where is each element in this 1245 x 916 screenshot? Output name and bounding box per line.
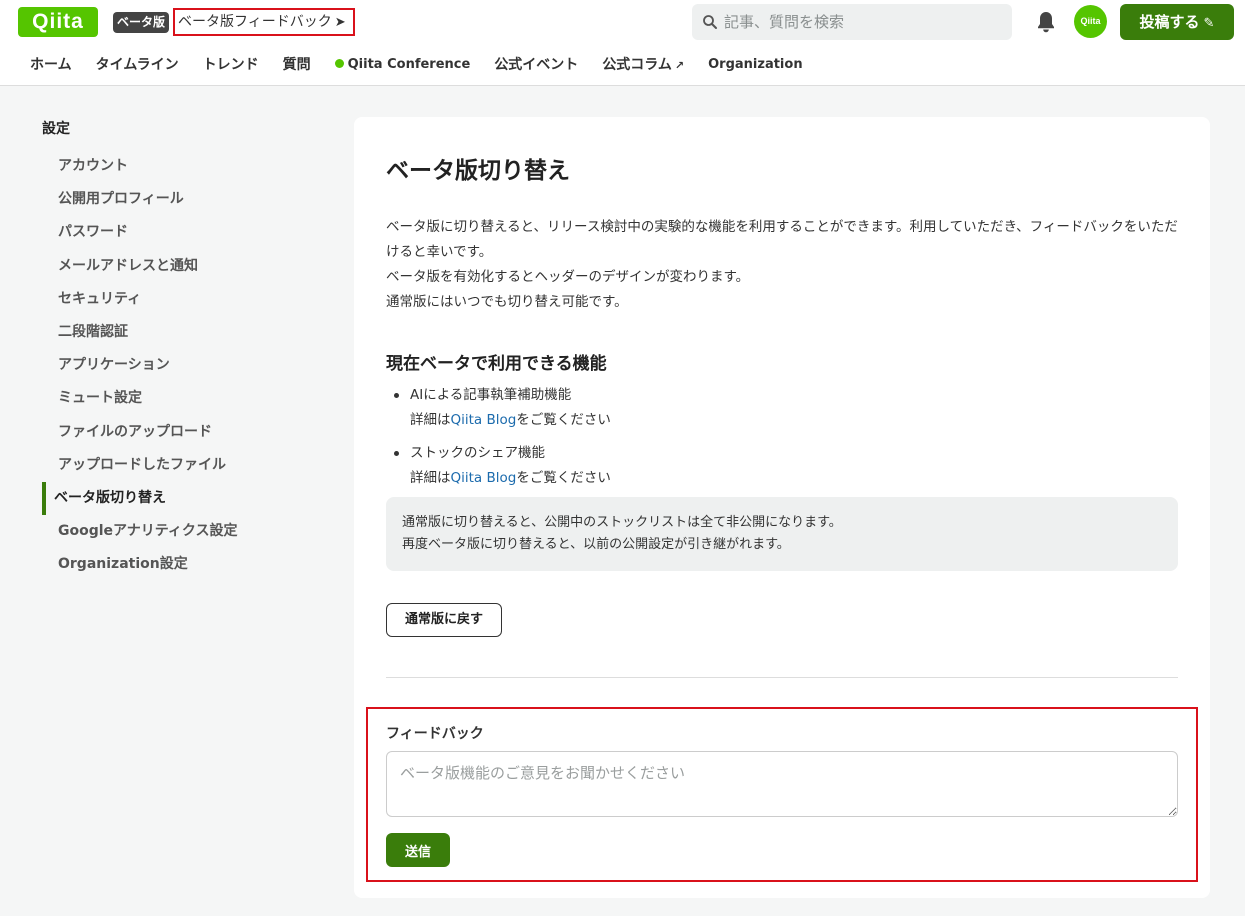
sidebar-item-two-factor[interactable]: 二段階認証	[42, 316, 332, 349]
feature-detail: 詳細はQiita Blogをご覧ください	[410, 408, 1174, 433]
header: Qiita ベータ版 ベータ版フィードバック➤ Qiita 投稿する✎ ホーム …	[0, 0, 1245, 86]
sidebar-item-organization[interactable]: Organization設定	[42, 548, 332, 581]
features-title: 現在ベータで利用できる機能	[386, 354, 607, 374]
notice-line-2: 再度ベータ版に切り替えると、以前の公開設定が引き継がれます。	[402, 537, 790, 552]
divider	[386, 677, 1178, 678]
page-title: ベータ版切り替え	[386, 158, 570, 184]
description-line-3: 通常版にはいつでも切り替え可能です。	[386, 294, 628, 310]
sidebar-title: 設定	[42, 121, 70, 137]
qiita-blog-link[interactable]: Qiita Blog	[451, 412, 517, 428]
sidebar-item-applications[interactable]: アプリケーション	[42, 349, 332, 382]
nav-item-home[interactable]: ホーム	[18, 52, 84, 80]
nav-item-column-label: 公式コラム	[602, 57, 672, 73]
beta-feedback-link[interactable]: ベータ版フィードバック ➤	[173, 8, 355, 36]
sidebar-item-password[interactable]: パスワード	[42, 216, 332, 249]
nav-item-organization[interactable]: Organization	[696, 52, 814, 80]
conference-dot-icon	[334, 59, 344, 68]
avatar[interactable]: Qiita	[1074, 5, 1107, 38]
sidebar-item-file-upload[interactable]: ファイルのアップロード	[42, 416, 332, 449]
sidebar-item-mute[interactable]: ミュート設定	[42, 382, 332, 415]
bell-icon[interactable]	[1035, 9, 1057, 35]
nav-item-questions[interactable]: 質問	[271, 52, 323, 80]
search-input[interactable]	[724, 4, 1004, 40]
feature-name: AIによる記事執筆補助機能	[410, 387, 572, 403]
search-box[interactable]	[692, 4, 1012, 40]
submit-feedback-button[interactable]: 送信	[386, 833, 450, 867]
nav-item-trend[interactable]: トレンド	[191, 52, 271, 80]
main-nav: ホーム タイムライン トレンド 質問 Qiita Conference 公式イベ…	[18, 52, 815, 80]
sidebar-item-beta-toggle[interactable]: ベータ版切り替え	[42, 481, 332, 516]
qiita-blog-link[interactable]: Qiita Blog	[451, 470, 517, 486]
send-arrow-icon: ➤	[334, 15, 346, 30]
settings-sidebar: 設定 アカウント 公開用プロフィール パスワード メールアドレスと通知 セキュリ…	[42, 116, 332, 581]
nav-item-conference-label: Qiita Conference	[347, 57, 471, 72]
post-button-label: 投稿する	[1139, 13, 1200, 31]
description: ベータ版に切り替えると、リリース検討中の実験的な機能を利用することができます。利…	[386, 215, 1182, 315]
list-item: AIによる記事執筆補助機能 詳細はQiita Blogをご覧ください	[394, 383, 1174, 433]
beta-feedback-label: ベータ版フィードバック	[178, 14, 332, 30]
search-icon	[703, 15, 717, 29]
nav-item-conference[interactable]: Qiita Conference	[323, 52, 483, 80]
detail-prefix: 詳細は	[410, 470, 451, 486]
notice-box: 通常版に切り替えると、公開中のストックリストは全て非公開になります。 再度ベータ…	[386, 497, 1178, 571]
beta-badge: ベータ版	[113, 12, 170, 33]
revert-to-normal-button[interactable]: 通常版に戻す	[386, 603, 502, 637]
sidebar-item-uploaded-files[interactable]: アップロードしたファイル	[42, 449, 332, 482]
detail-prefix: 詳細は	[410, 412, 451, 428]
feature-detail: 詳細はQiita Blogをご覧ください	[410, 466, 1174, 491]
post-button[interactable]: 投稿する ✎	[1120, 4, 1234, 40]
sidebar-item-public-profile[interactable]: 公開用プロフィール	[42, 183, 332, 216]
sidebar-item-security[interactable]: セキュリティ	[42, 283, 332, 316]
pencil-icon: ✎	[1203, 16, 1215, 31]
sidebar-item-account[interactable]: アカウント	[42, 150, 332, 183]
sidebar-item-email-notifications[interactable]: メールアドレスと通知	[42, 250, 332, 283]
feature-list: AIによる記事執筆補助機能 詳細はQiita Blogをご覧ください ストックの…	[394, 383, 1174, 499]
detail-suffix: をご覧ください	[516, 412, 611, 428]
feedback-textarea[interactable]	[386, 751, 1178, 817]
notice-line-1: 通常版に切り替えると、公開中のストックリストは全て非公開になります。	[402, 515, 842, 530]
nav-item-column[interactable]: 公式コラム ↗	[590, 52, 696, 80]
feedback-section: フィードバック 送信	[366, 707, 1198, 882]
description-line-2: ベータ版を有効化するとヘッダーのデザインが変わります。	[386, 269, 750, 285]
feedback-label: フィードバック	[386, 726, 484, 742]
external-link-icon: ↗	[674, 59, 685, 72]
nav-item-timeline[interactable]: タイムライン	[84, 52, 191, 80]
feature-name: ストックのシェア機能	[410, 445, 545, 461]
list-item: ストックのシェア機能 詳細はQiita Blogをご覧ください	[394, 441, 1174, 491]
description-line-1: ベータ版に切り替えると、リリース検討中の実験的な機能を利用することができます。利…	[386, 219, 1178, 260]
nav-item-events[interactable]: 公式イベント	[482, 52, 590, 80]
sidebar-item-google-analytics[interactable]: Googleアナリティクス設定	[42, 515, 332, 548]
qiita-logo[interactable]: Qiita	[18, 7, 98, 37]
detail-suffix: をご覧ください	[516, 470, 611, 486]
